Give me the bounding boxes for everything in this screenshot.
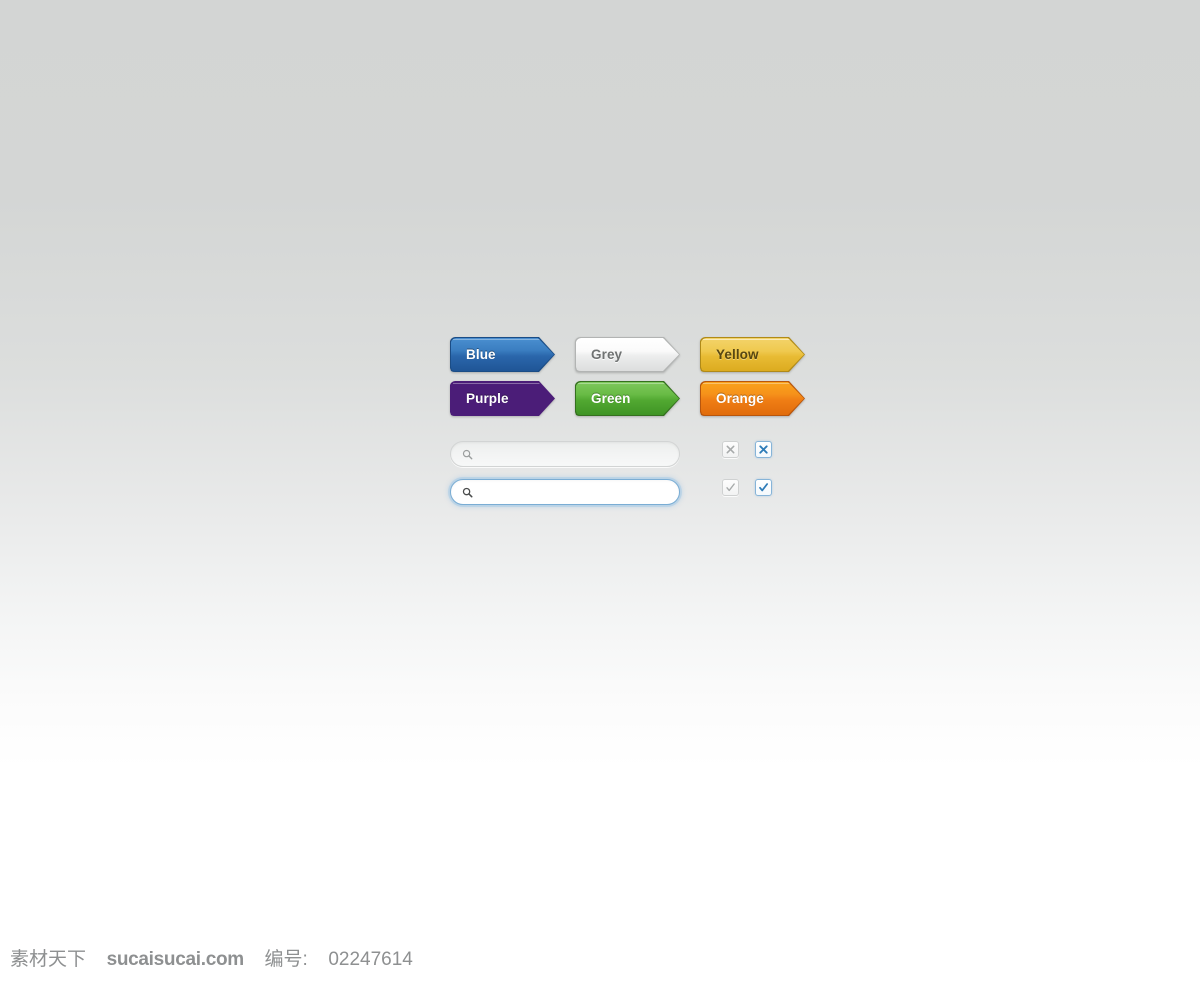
- button-orange[interactable]: Orange: [700, 381, 805, 416]
- button-yellow-face[interactable]: Yellow: [701, 338, 804, 371]
- button-green[interactable]: Green: [575, 381, 680, 416]
- search-field-idle[interactable]: [450, 441, 680, 467]
- search-row-idle: [450, 441, 682, 479]
- button-blue[interactable]: Blue: [450, 337, 555, 372]
- watermark: 素材天下 sucaisucai.com 编号: 02247614: [10, 944, 413, 971]
- checkbox-cross-blue[interactable]: [755, 441, 772, 458]
- lower-section: [450, 441, 810, 517]
- watermark-site: sucaisucai.com: [106, 949, 245, 970]
- button-green-face[interactable]: Green: [576, 382, 679, 415]
- search-field-focused[interactable]: [450, 479, 680, 505]
- ui-kit-canvas: Blue Grey Yellow Purple Green Orange: [450, 337, 810, 517]
- search-icon: [462, 449, 473, 459]
- button-yellow-label: Yellow: [716, 347, 759, 362]
- button-grey[interactable]: Grey: [575, 337, 680, 372]
- button-purple[interactable]: Purple: [450, 381, 555, 416]
- cross-icon: [726, 445, 735, 454]
- check-icon: [759, 483, 769, 492]
- button-grey-face[interactable]: Grey: [576, 338, 679, 371]
- button-blue-label: Blue: [466, 347, 496, 362]
- button-blue-face[interactable]: Blue: [451, 338, 554, 371]
- check-icon: [726, 483, 735, 492]
- checkbox-check-grey[interactable]: [722, 479, 739, 496]
- button-yellow[interactable]: Yellow: [700, 337, 805, 372]
- button-orange-label: Orange: [716, 391, 764, 406]
- watermark-id-value: 02247614: [328, 949, 413, 970]
- search-icon: [462, 487, 473, 497]
- search-input-idle[interactable]: [479, 448, 659, 460]
- search-field-group: [450, 441, 682, 517]
- button-green-label: Green: [591, 391, 631, 406]
- button-grid: Blue Grey Yellow Purple Green Orange: [450, 337, 810, 419]
- checkbox-cross-grey[interactable]: [722, 441, 739, 458]
- checkbox-check-blue[interactable]: [755, 479, 772, 496]
- button-purple-label: Purple: [466, 391, 509, 406]
- button-grey-label: Grey: [591, 347, 623, 362]
- button-purple-face[interactable]: Purple: [451, 382, 554, 415]
- cross-icon: [759, 445, 768, 454]
- checkbox-group: [722, 441, 788, 517]
- watermark-id-label: 编号:: [264, 949, 308, 970]
- search-input-focused[interactable]: [479, 486, 659, 498]
- button-orange-face[interactable]: Orange: [701, 382, 804, 415]
- watermark-brand: 素材天下: [10, 949, 87, 970]
- search-row-focused: [450, 479, 682, 517]
